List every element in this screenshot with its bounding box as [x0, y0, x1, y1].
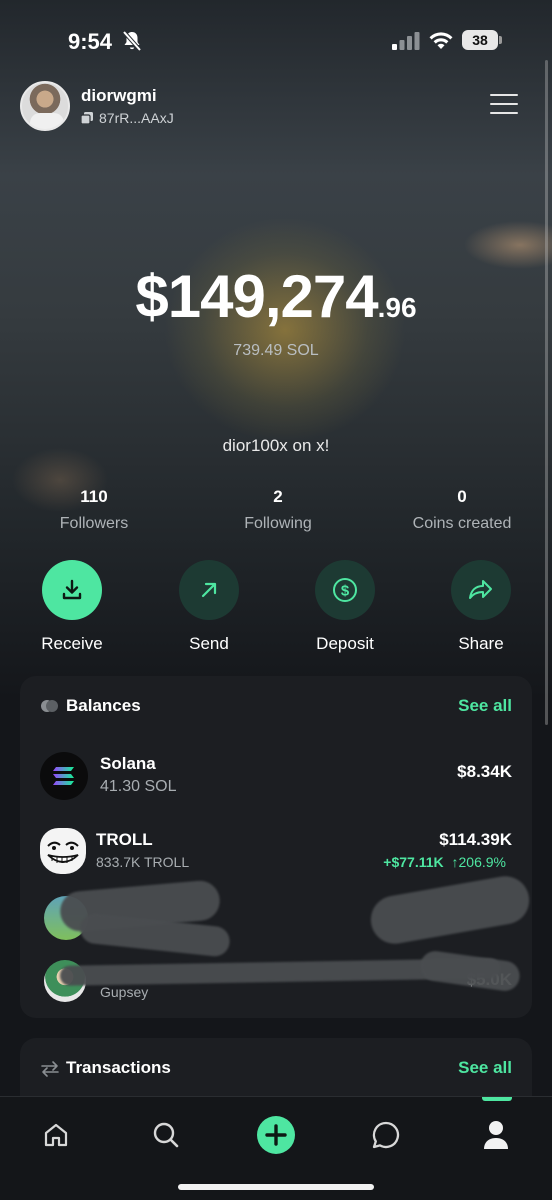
asset-amount: 833.7K TROLL: [96, 854, 190, 870]
arrow-up-right-icon: [179, 560, 239, 620]
followers-count: 110: [80, 487, 108, 506]
stat-coins-created[interactable]: 0 Coins created: [382, 487, 542, 533]
asset-row-troll[interactable]: TROLL 833.7K TROLL $114.39K +$77.11K ↑20…: [40, 824, 512, 880]
copy-icon[interactable]: [81, 112, 93, 124]
coins-created-count: 0: [457, 487, 467, 506]
receive-button[interactable]: Receive: [17, 560, 127, 654]
search-icon[interactable]: [146, 1115, 186, 1155]
download-icon: [42, 560, 102, 620]
asset-amount: Gupsey: [100, 984, 149, 1000]
asset-amount: 41.30 SOL: [100, 778, 177, 795]
status-time: 9:54: [68, 29, 113, 54]
followers-label: Followers: [59, 515, 129, 532]
sol-balance: 739.49 SOL: [233, 342, 319, 359]
plus-icon[interactable]: [256, 1115, 296, 1155]
address-text: 87rR...AAxJ: [99, 110, 174, 126]
username: diorwgmi: [81, 86, 157, 105]
avatar[interactable]: [20, 81, 70, 131]
asset-name: Solana: [100, 754, 156, 773]
profile-bio: dior100x on x!: [222, 436, 330, 455]
bell-off-icon: [122, 30, 142, 52]
solana-logo-icon: [40, 752, 88, 800]
asset-value: $8.34K: [457, 762, 512, 781]
svg-text:$: $: [341, 583, 350, 600]
profile-header[interactable]: diorwgmi 87rR...AAxJ: [20, 80, 174, 132]
send-button[interactable]: Send: [154, 560, 264, 654]
total-balance: $149,274.96: [0, 262, 552, 331]
balances-see-all-link[interactable]: See all: [458, 696, 512, 716]
balance-main: $149,274: [135, 263, 378, 330]
balances-title: Balances: [66, 696, 141, 715]
scrollbar[interactable]: [545, 60, 548, 725]
send-label: Send: [189, 634, 229, 653]
active-tab-indicator: [482, 1097, 512, 1101]
coins-created-label: Coins created: [412, 515, 512, 532]
signal-icon: [392, 32, 420, 50]
asset-value: $114.39K: [439, 830, 512, 849]
dollar-circle-icon: $: [315, 560, 375, 620]
swap-arrows-icon: [41, 1061, 59, 1077]
coins-icon: [41, 700, 58, 712]
receive-label: Receive: [41, 634, 103, 653]
asset-name: TROLL: [96, 830, 153, 849]
troll-face-icon: [40, 828, 86, 874]
deposit-button[interactable]: $ Deposit: [290, 560, 400, 654]
status-bar: 9:54 38: [0, 0, 552, 80]
asset-row-solana[interactable]: Solana 41.30 SOL $8.34K: [40, 748, 512, 804]
share-arrow-icon: [451, 560, 511, 620]
balances-card: Balances See all Solana 41.30 SOL $8.34K…: [20, 676, 533, 1018]
asset-change-percent: ↑206.9%: [451, 854, 506, 870]
profile-icon[interactable]: [476, 1115, 516, 1155]
chat-icon[interactable]: [366, 1115, 406, 1155]
following-label: Following: [244, 515, 312, 532]
wifi-icon: [429, 32, 453, 49]
home-icon[interactable]: [36, 1115, 76, 1155]
transactions-title: Transactions: [66, 1058, 171, 1077]
battery-icon: 38: [462, 30, 502, 50]
stat-followers[interactable]: 110 Followers: [14, 487, 174, 533]
share-button[interactable]: Share: [426, 560, 536, 654]
transactions-header: Transactions See all: [40, 1058, 512, 1078]
asset-change: +$77.11K ↑206.9%: [383, 854, 506, 870]
deposit-label: Deposit: [316, 634, 374, 653]
share-label: Share: [458, 634, 504, 653]
hamburger-menu-icon[interactable]: [490, 94, 518, 116]
transactions-see-all-link[interactable]: See all: [458, 1058, 512, 1078]
battery-level: 38: [462, 30, 498, 50]
balance-cents: .96: [377, 292, 417, 323]
wallet-address[interactable]: 87rR...AAxJ: [81, 110, 174, 126]
home-indicator: [178, 1184, 374, 1190]
balances-header: Balances See all: [40, 696, 512, 716]
stat-following[interactable]: 2 Following: [198, 487, 358, 533]
following-count: 2: [273, 487, 283, 506]
asset-change-amount: +$77.11K: [383, 854, 444, 870]
